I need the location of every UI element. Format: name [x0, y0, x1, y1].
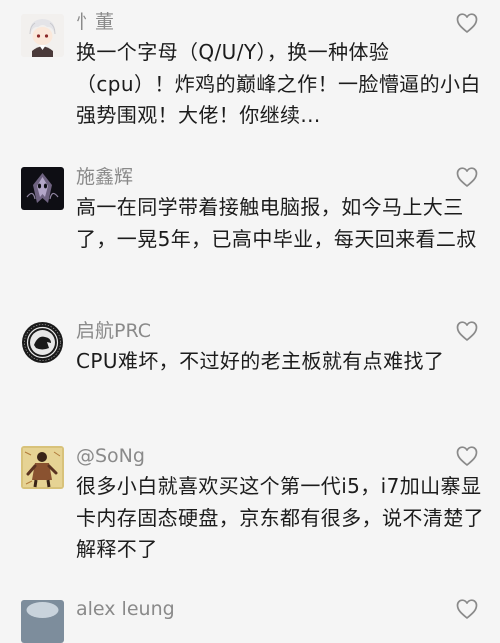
- like-button[interactable]: [455, 166, 479, 188]
- comment-text: 很多小白就喜欢买这个第一代i5，i7加山寨显卡内存固态硬盘，京东都有很多，说不清…: [76, 474, 484, 561]
- comment-username[interactable]: alex leung: [76, 598, 175, 620]
- like-button[interactable]: [455, 598, 479, 620]
- comment-username[interactable]: 启航PRC: [76, 320, 151, 342]
- like-button[interactable]: [455, 320, 479, 342]
- dark-mask-avatar-icon: [21, 167, 64, 210]
- heart-outline-icon: [456, 446, 478, 466]
- heart-outline-icon: [456, 599, 478, 619]
- comment-text: 高一在同学带着接触电脑报，如今马上大三了，一晃5年，已高中毕业，每天回来看二叔: [76, 195, 477, 251]
- round-emblem-avatar-icon: [21, 321, 64, 364]
- avatar[interactable]: [21, 14, 64, 57]
- heart-outline-icon: [456, 321, 478, 341]
- avatar[interactable]: [21, 600, 64, 643]
- photo-avatar-icon: [21, 600, 64, 643]
- heart-outline-icon: [456, 13, 478, 33]
- like-button[interactable]: [455, 445, 479, 467]
- anime-character-avatar-icon: [21, 14, 64, 57]
- comment-text: CPU难坏，不过好的老主板就有点难找了: [76, 349, 445, 373]
- comment-text: 换一个字母（Q/U/Y），换一种体验（cpu）！炸鸡的巅峰之作！一脸懵逼的小白强…: [76, 40, 481, 127]
- comment-username[interactable]: @SoNg: [76, 445, 145, 467]
- comment-username[interactable]: 施鑫辉: [76, 166, 133, 188]
- avatar[interactable]: [21, 446, 64, 489]
- illustrated-figure-avatar-icon: [21, 446, 64, 489]
- heart-outline-icon: [456, 167, 478, 187]
- comment-username[interactable]: 忄董: [76, 11, 114, 33]
- avatar[interactable]: [21, 167, 64, 210]
- avatar[interactable]: [21, 321, 64, 364]
- like-button[interactable]: [455, 12, 479, 34]
